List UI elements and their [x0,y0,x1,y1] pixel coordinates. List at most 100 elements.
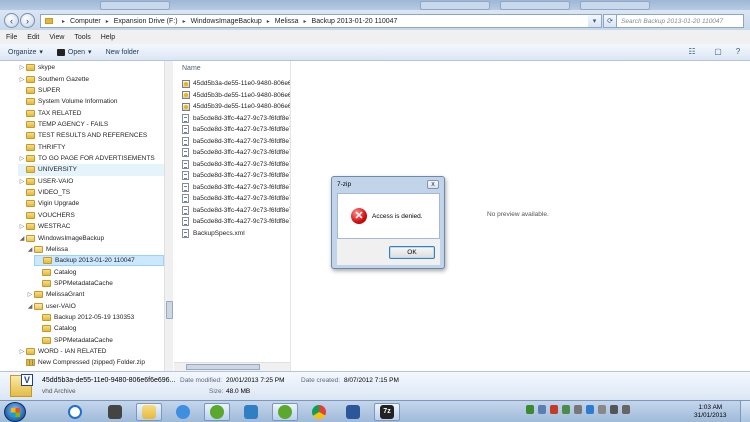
tree-item[interactable]: TEMP AGENCY - FAILS [18,119,164,131]
tree-item[interactable]: VOUCHERS [18,210,164,222]
file-row[interactable]: ba5cde8d-3ffc-4a27-9c73-f6fdf8e7b8a2_Wri… [182,216,290,228]
file-row[interactable]: ba5cde8d-3ffc-4a27-9c73-f6fdf8e7b8a2_Wri… [182,159,290,171]
breadcrumb-separator[interactable]: ▸ [106,18,109,25]
breadcrumb-melissa[interactable]: Melissa [275,18,299,25]
expand-arrow-icon[interactable]: ▷ [18,76,26,83]
organize-button[interactable]: Organize ▾ [8,48,43,57]
tree-item[interactable]: VIDEO_TS [18,187,164,199]
tree-item[interactable]: ▷ TO GO PAGE FOR ADVERTISEMENTS [18,153,164,165]
taskbar-app-backup[interactable] [238,403,264,421]
tray-icon[interactable] [586,405,594,414]
forward-button[interactable]: › [20,13,35,28]
breadcrumb-windowsimagebackup[interactable]: WindowsImageBackup [191,18,262,25]
breadcrumb-separator[interactable]: ▸ [62,18,65,25]
background-window-tab[interactable] [420,1,490,10]
back-button[interactable]: ‹ [4,13,19,28]
tree-item[interactable]: ◢ user-VAIO [26,300,164,312]
menu-tools[interactable]: Tools [74,34,90,41]
tree-item[interactable]: SPPMetadataCache [34,278,164,290]
tree-item[interactable]: UNIVERSITY [18,164,164,176]
expanded-arrow-icon[interactable]: ◢ [26,303,34,310]
tray-icon[interactable] [550,405,558,414]
file-row[interactable]: ba5cde8d-3ffc-4a27-9c73-f6fdf8e7b8a2_Wri… [182,170,290,182]
scrollbar-thumb[interactable] [186,364,260,370]
tree-item[interactable]: Vigin Upgrade [18,198,164,210]
taskbar-app-chrome[interactable] [306,403,332,421]
start-button[interactable] [4,402,26,422]
navigation-scrollbar[interactable] [164,61,173,371]
expand-arrow-icon[interactable]: ▷ [26,291,34,298]
breadcrumb-drive[interactable]: Expansion Drive (F:) [114,18,178,25]
taskbar-clock[interactable]: 1:03 AM 31/01/2013 [694,404,727,420]
file-row[interactable]: ba5cde8d-3ffc-4a27-9c73-f6fdf8e7b8a2_Wri… [182,205,290,217]
ok-button[interactable]: OK [389,246,435,259]
preview-pane-icon[interactable]: ▢ [712,47,724,58]
file-row[interactable]: BackupSpecs.xml [182,228,245,240]
file-row[interactable]: 45dd5b39-de55-11e0-9480-806e6f6e6963.vhd [182,101,290,113]
network-icon[interactable] [610,405,618,414]
menu-edit[interactable]: Edit [27,34,39,41]
tree-item[interactable]: TEST RESULTS AND REFERENCES [18,130,164,142]
scrollbar-thumb[interactable] [166,301,173,319]
tree-item[interactable]: ▷ USER-VAIO [18,176,164,188]
tree-item[interactable]: TAX RELATED [18,107,164,119]
tree-item[interactable]: Backup 2013-01-20 110047 [34,254,164,267]
expand-arrow-icon[interactable]: ▷ [18,155,26,162]
file-row[interactable]: ba5cde8d-3ffc-4a27-9c73-f6fdf8e7b8a2_Add… [182,113,290,125]
tree-item[interactable]: Backup 2012-05-19 130353 [34,312,164,324]
tree-item[interactable]: System Volume Information [18,96,164,108]
tree-item[interactable]: ▷ skype [18,62,164,74]
expand-arrow-icon[interactable]: ▷ [18,223,26,230]
address-dropdown-button[interactable]: ▾ [588,14,602,28]
background-window-tab[interactable] [500,1,570,10]
file-row[interactable]: ba5cde8d-3ffc-4a27-9c73-f6fdf8e7b8a2_Wri… [182,193,290,205]
file-list[interactable]: Name 45dd5b3a-de55-11e0-9480-806e6f6e696… [174,61,290,371]
file-row[interactable]: 45dd5b3a-de55-11e0-9480-806e6f6e6963.vhd [182,78,290,90]
tree-item[interactable]: ▷ WORD - IAN RELATED [18,346,164,358]
help-icon[interactable]: ? [732,47,744,58]
file-row[interactable]: ba5cde8d-3ffc-4a27-9c73-f6fdf8e7b8a2_Com… [182,124,290,136]
show-desktop-button[interactable] [740,401,750,422]
tray-icon[interactable] [598,405,606,414]
breadcrumb-backup[interactable]: Backup 2013-01-20 110047 [312,18,398,25]
tray-icon[interactable] [538,405,546,414]
tree-item[interactable]: Catalog [34,323,164,335]
tree-item[interactable]: Catalog [34,266,164,278]
taskbar-app-word[interactable] [340,403,366,421]
taskbar-app-explorer[interactable] [136,403,162,421]
tray-icon[interactable] [574,405,582,414]
breadcrumb-separator[interactable]: ▸ [183,18,186,25]
taskbar-app-clock[interactable] [204,403,230,421]
tree-item[interactable]: ▷ MelissaGrant [26,289,164,301]
column-header-name[interactable]: Name [182,65,201,72]
menu-file[interactable]: File [6,34,17,41]
expand-arrow-icon[interactable]: ▷ [18,178,26,185]
expanded-arrow-icon[interactable]: ◢ [18,235,26,242]
expand-arrow-icon[interactable]: ▷ [18,64,26,71]
tree-item[interactable]: ▷ Southern Gazette [18,73,164,85]
expand-arrow-icon[interactable]: ▷ [18,348,26,355]
tree-item[interactable]: ▷ WESTRAC [18,221,164,233]
volume-icon[interactable] [622,405,630,414]
view-options-icon[interactable]: ☷ [686,47,698,58]
breadcrumb-separator[interactable]: ▸ [267,18,270,25]
background-window-tab[interactable] [580,1,650,10]
tray-icon[interactable] [526,405,534,414]
tree-item[interactable]: SPPMetadataCache [34,334,164,346]
taskbar-app-ie2[interactable] [170,403,196,421]
file-row[interactable]: 45dd5b3b-de55-11e0-9480-806e6f6e6963.vhd [182,90,290,102]
navigation-pane[interactable]: ▷ skype ▷ Southern Gazette SUPER System Volum… [0,61,173,371]
dialog-close-button[interactable]: x [427,180,439,189]
file-row[interactable]: ba5cde8d-3ffc-4a27-9c73-f6fdf8e7b8a2_Wri… [182,147,290,159]
menu-view[interactable]: View [49,34,64,41]
tree-item[interactable]: SUPER [18,85,164,97]
tree-item[interactable]: THRIFTY [18,141,164,153]
breadcrumb-separator[interactable]: ▸ [304,18,307,25]
refresh-button[interactable]: ⟳ [603,14,617,28]
taskbar-app-ie[interactable] [62,403,88,421]
new-folder-button[interactable]: New folder [106,49,139,56]
taskbar-app-clock2[interactable] [272,403,298,421]
search-input[interactable]: Search Backup 2013-01-20 110047 [616,14,744,28]
breadcrumb-computer[interactable]: Computer [70,18,101,25]
menu-help[interactable]: Help [101,34,115,41]
